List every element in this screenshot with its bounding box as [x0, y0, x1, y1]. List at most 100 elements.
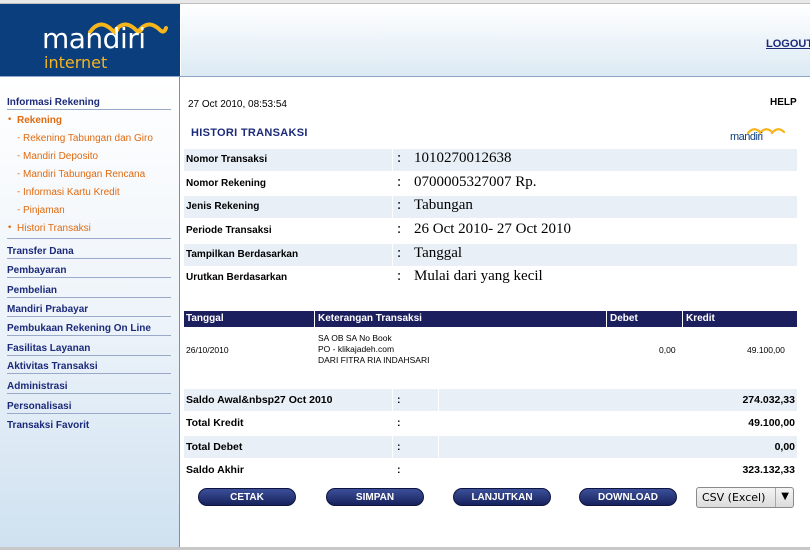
info-row-nomor-transaksi: Nomor Transaksi : 1010270012638 [184, 149, 797, 171]
cetak-button[interactable]: CETAK [198, 488, 296, 506]
sidebar-item-administrasi[interactable]: Administrasi [7, 381, 68, 392]
download-format-select[interactable]: CSV (Excel) ▼ [696, 487, 794, 508]
cell-divider [392, 149, 393, 171]
summary-colon: : [397, 417, 401, 429]
format-select-value: CSV (Excel) [702, 491, 766, 504]
sidebar-item-deposito[interactable]: Mandiri Deposito [23, 151, 98, 162]
sidebar-item-aktivitas-transaksi[interactable]: Aktivitas Transaksi [7, 361, 98, 372]
sidebar-item-pinjaman[interactable]: Pinjaman [23, 205, 65, 216]
sidebar-divider [7, 393, 171, 394]
summary-label: Saldo Akhir [186, 464, 244, 476]
sidebar-divider [7, 413, 171, 414]
column-header-keterangan: Keterangan Transaksi [318, 313, 422, 324]
sidebar-item-pembayaran[interactable]: Pembayaran [7, 265, 66, 276]
info-colon: : [397, 174, 402, 190]
sidebar-item-personalisasi[interactable]: Personalisasi [7, 401, 71, 412]
info-value: Mulai dari yang kecil [414, 268, 543, 284]
cell-keterangan-line: DARI FITRA RIA INDAHSARI [318, 355, 430, 365]
select-arrow-box: ▼ [775, 488, 793, 507]
info-row-jenis-rekening: Jenis Rekening : Tabungan [184, 196, 797, 218]
info-colon: : [397, 197, 402, 213]
column-separator [314, 311, 315, 327]
info-colon: : [397, 221, 402, 237]
info-row-periode-transaksi: Periode Transaksi : 26 Oct 2010- 27 Oct … [184, 220, 797, 242]
info-colon: : [397, 268, 402, 284]
transaction-table-header: Tanggal Keterangan Transaksi Debet Kredi… [184, 311, 797, 327]
column-separator [682, 311, 683, 327]
info-value: Tanggal [414, 245, 463, 261]
sidebar-divider [7, 277, 171, 278]
bullet-icon: • [7, 115, 13, 125]
sidebar-item-rekening-label: Rekening [17, 115, 63, 126]
cell-divider [392, 436, 393, 458]
cell-keterangan-line: SA OB SA No Book [318, 333, 392, 343]
info-row-tampilkan: Tampilkan Berdasarkan : Tanggal [184, 244, 797, 266]
info-value: 26 Oct 2010- 27 Oct 2010 [414, 221, 572, 237]
sidebar-divider [7, 109, 171, 110]
summary-colon: : [397, 464, 401, 476]
sidebar-item-transaksi-favorit[interactable]: Transaksi Favorit [7, 420, 89, 431]
sidebar-divider [7, 316, 171, 317]
logout-link[interactable]: LOGOUT [766, 38, 810, 50]
sidebar-item-mandiri-prabayar[interactable]: Mandiri Prabayar [7, 304, 88, 315]
sidebar-divider [7, 335, 171, 336]
summary-value: 274.032,33 [742, 394, 795, 406]
bullet-icon: - [17, 169, 21, 179]
download-button[interactable]: DOWNLOAD [579, 488, 677, 506]
page-title: HISTORI TRANSAKSI [191, 127, 308, 139]
info-value: Tabungan [414, 197, 473, 213]
info-label: Tampilkan Berdasarkan [186, 249, 299, 260]
sidebar-item-fasilitas-layanan[interactable]: Fasilitas Layanan [7, 343, 90, 354]
sidebar-item-tabungan-rencana[interactable]: Mandiri Tabungan Rencana [23, 169, 145, 180]
sidebar-item-pembelian[interactable]: Pembelian [7, 285, 57, 296]
info-label: Jenis Rekening [186, 201, 260, 212]
top-header: LOGOUT [181, 4, 810, 76]
brand-logo-area: mandiri internet [0, 4, 180, 76]
info-row-urutkan: Urutkan Berdasarkan : Mulai dari yang ke… [184, 267, 797, 289]
summary-value: 323.132,33 [742, 464, 795, 476]
mini-brand-name: mandiri [730, 131, 763, 143]
cell-divider [438, 389, 439, 411]
summary-row-saldo-awal: Saldo Awal&nbsp27 Oct 2010 : 274.032,33 [184, 389, 797, 411]
column-separator [606, 311, 607, 327]
info-label: Nomor Transaksi [186, 154, 268, 165]
lanjutkan-button[interactable]: LANJUTKAN [453, 488, 551, 506]
brand-product: internet [44, 53, 108, 72]
help-link[interactable]: HELP [770, 97, 797, 108]
session-datetime: 27 Oct 2010, 08:53:54 [188, 99, 287, 110]
info-label: Periode Transaksi [186, 225, 272, 236]
sidebar-item-kartu-kredit[interactable]: Informasi Kartu Kredit [23, 187, 120, 198]
sidebar-item-tabungan-giro[interactable]: Rekening Tabungan dan Giro [23, 133, 153, 144]
summary-colon: : [397, 394, 401, 406]
summary-row-total-debet: Total Debet : 0,00 [184, 436, 797, 458]
bullet-icon: - [17, 133, 21, 143]
bullet-icon: - [17, 187, 21, 197]
brand-name: mandiri [42, 22, 146, 55]
summary-value: 0,00 [774, 441, 795, 453]
sidebar-divider [7, 238, 171, 239]
sidebar-divider [7, 258, 171, 259]
cell-divider [392, 196, 393, 218]
bullet-icon: • [7, 223, 13, 233]
info-label: Urutkan Berdasarkan [186, 272, 288, 283]
info-row-nomor-rekening: Nomor Rekening : 0700005327007 Rp. [184, 173, 797, 195]
bullet-icon: - [17, 205, 21, 215]
summary-label: Total Kredit [186, 417, 244, 429]
column-header-kredit: Kredit [686, 313, 715, 324]
sidebar-item-histori-transaksi[interactable]: Histori Transaksi [17, 223, 91, 234]
cell-divider [392, 389, 393, 411]
cell-divider [392, 244, 393, 266]
sidebar-item-pembukaan-rekening[interactable]: Pembukaan Rekening On Line [7, 323, 151, 334]
summary-row-total-kredit: Total Kredit : 49.100,00 [184, 412, 797, 434]
sidebar-item-rekening[interactable]: Rekening [17, 115, 62, 126]
summary-colon: : [397, 441, 401, 453]
cell-divider [438, 436, 439, 458]
summary-label: Saldo Awal&nbsp27 Oct 2010 [186, 394, 333, 406]
summary-value: 49.100,00 [748, 417, 795, 429]
sidebar-item-transfer-dana[interactable]: Transfer Dana [7, 246, 74, 257]
column-header-tanggal: Tanggal [186, 313, 224, 324]
sidebar-item-informasi-rekening[interactable]: Informasi Rekening [7, 97, 100, 108]
info-colon: : [397, 245, 402, 261]
simpan-button[interactable]: SIMPAN [326, 488, 424, 506]
sidebar-divider [7, 297, 171, 298]
